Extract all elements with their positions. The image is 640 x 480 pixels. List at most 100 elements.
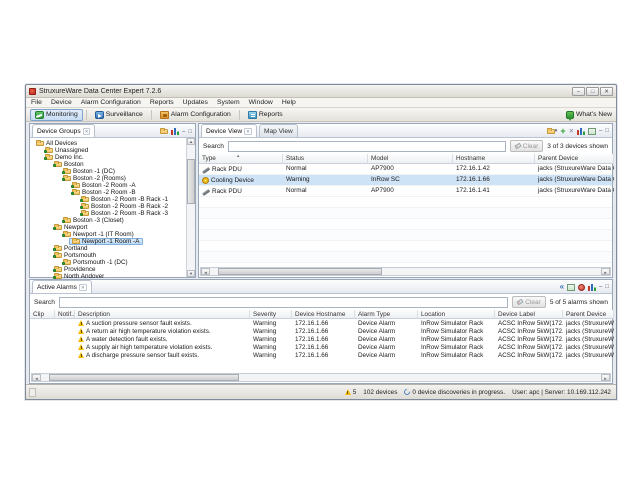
alarm-row[interactable]: A water detection fault exists. Warning 17… [30, 335, 614, 343]
alarm-clear-button[interactable]: Clear [512, 296, 546, 308]
panel-minimize-icon[interactable]: – [182, 129, 185, 135]
tree-item-portsmouth[interactable]: Portsmouth [51, 252, 100, 259]
tree-item-newport-1-room-a[interactable]: Newport -1 Room -A [69, 238, 144, 245]
status-warning-count[interactable]: 5 [344, 389, 356, 396]
column-header-type[interactable]: Type ▴ [199, 154, 283, 164]
delete-device-icon[interactable]: ✕ [569, 128, 574, 135]
new-group-folder-icon[interactable] [160, 128, 169, 134]
tree-item-boston-2-room-b[interactable]: Boston -2 Room -B [69, 189, 140, 196]
close-tab-icon[interactable]: ✕ [78, 283, 87, 291]
collapse-panel-icon[interactable]: « [560, 283, 564, 291]
close-button[interactable]: ✕ [600, 86, 613, 96]
tree-item-newport-1-it-room[interactable]: Newport -1 (IT Room) [60, 231, 138, 238]
tab-device-view[interactable]: Device View ✕ [201, 124, 257, 137]
minimize-button[interactable]: – [572, 86, 585, 96]
perspective-surveillance[interactable]: Surveillance [90, 109, 148, 121]
tree-item-unassigned[interactable]: Unassigned [42, 147, 92, 154]
alarm-bell-icon[interactable] [578, 283, 586, 291]
column-header-notif[interactable]: Notif... [55, 310, 75, 319]
panel-maximize-icon[interactable]: □ [188, 129, 192, 135]
device-horizontal-scrollbar[interactable]: ◂ ▸ [200, 267, 611, 276]
tree-item-providence[interactable]: Providence [51, 266, 100, 273]
column-header-hostname[interactable]: Hostname [453, 154, 535, 164]
device-chart-icon[interactable] [577, 127, 586, 135]
tree-item-boston-2-room-b-rack-1[interactable]: Boston -2 Room -B Rack -1 [78, 196, 172, 203]
tab-active-alarms[interactable]: Active Alarms ✕ [32, 280, 92, 293]
perspective-monitoring[interactable]: Monitoring [30, 108, 83, 121]
alarm-chart-icon[interactable] [588, 283, 597, 291]
panel-minimize-icon[interactable]: – [599, 128, 602, 134]
scrollbar-thumb[interactable] [49, 374, 240, 381]
column-header-device-label[interactable]: Device Label [495, 310, 563, 319]
alarm-search-input[interactable] [58, 296, 509, 308]
tree-item-boston[interactable]: Boston [51, 161, 88, 168]
close-tab-icon[interactable]: ✕ [82, 127, 91, 135]
whats-new-button[interactable]: What's New [565, 110, 612, 121]
panel-maximize-icon[interactable]: □ [605, 128, 609, 134]
alarm-row[interactable]: A return air high temperature violation … [30, 327, 614, 335]
column-header-severity[interactable]: Severity [250, 310, 292, 319]
device-grid-icon[interactable] [588, 127, 597, 135]
menu-alarm-configuration[interactable]: Alarm Configuration [81, 99, 141, 106]
menu-device[interactable]: Device [51, 99, 72, 106]
tab-map-view[interactable]: Map View [258, 124, 298, 137]
column-header-description[interactable]: Description [75, 310, 250, 319]
device-row[interactable]: Rack PDU Normal AP7900 172.16.1.42 jacks (St… [199, 164, 614, 175]
menu-updates[interactable]: Updates [183, 99, 208, 106]
scroll-left-icon[interactable]: ◂ [201, 268, 210, 275]
device-row[interactable]: Cooling Device Warning InRow SC 172.16.1.66… [199, 175, 614, 186]
tree-item-boston-2-room-b-rack-3[interactable]: Boston -2 Room -B Rack -3 [78, 210, 172, 217]
panel-maximize-icon[interactable]: □ [605, 284, 609, 290]
tree-item-boston-2-room-a[interactable]: Boston -2 Room -A [69, 182, 140, 189]
device-clear-button[interactable]: Clear [509, 140, 544, 152]
scroll-up-icon[interactable]: ▴ [187, 138, 195, 145]
scrollbar-thumb[interactable] [218, 268, 383, 275]
scroll-right-icon[interactable]: ▸ [601, 268, 610, 275]
tree-item-boston-1-dc[interactable]: Boston -1 (DC) [60, 168, 119, 175]
scroll-right-icon[interactable]: ▸ [601, 374, 610, 381]
column-header-clip[interactable]: Clip [30, 310, 55, 319]
alarm-row[interactable]: A supply air high temperature violation … [30, 343, 614, 351]
group-dropdown-button[interactable]: ▾ [546, 127, 557, 134]
status-discovery[interactable]: 0 device discoveries in progress. [403, 387, 505, 397]
column-header-location[interactable]: Location [418, 310, 495, 319]
column-header-device-hostname[interactable]: Device Hostname [292, 310, 355, 319]
column-header-parent-device[interactable]: Parent Device [563, 310, 614, 319]
column-header-status[interactable]: Status [283, 154, 368, 164]
alarm-row[interactable]: A suction pressure sensor fault exists. W… [30, 319, 614, 327]
tree-item-portland[interactable]: Portland [51, 245, 91, 252]
alarm-horizontal-scrollbar[interactable]: ◂ ▸ [31, 373, 611, 382]
device-search-input[interactable] [227, 140, 506, 152]
tree-item-newport[interactable]: Newport [51, 224, 91, 231]
column-header-alarm-type[interactable]: Alarm Type [355, 310, 418, 319]
add-device-icon[interactable]: + [560, 127, 565, 136]
scroll-down-icon[interactable]: ▾ [187, 270, 195, 277]
group-chart-icon[interactable] [171, 128, 180, 135]
tree-item-all-devices[interactable]: All Devices [33, 140, 81, 147]
scrollbar-thumb[interactable] [187, 159, 195, 204]
perspective-reports[interactable]: Reports [243, 109, 288, 121]
panel-minimize-icon[interactable]: – [599, 284, 602, 290]
menu-reports[interactable]: Reports [150, 99, 174, 106]
menu-window[interactable]: Window [249, 99, 273, 106]
tab-device-groups[interactable]: Device Groups ✕ [32, 124, 96, 137]
tree-item-boston-2-room-b-rack-2[interactable]: Boston -2 Room -B Rack -2 [78, 203, 172, 210]
menu-help[interactable]: Help [282, 99, 296, 106]
column-header-parent-device[interactable]: Parent Device [535, 154, 614, 164]
scroll-left-icon[interactable]: ◂ [32, 374, 41, 381]
tree-item-demo-inc[interactable]: Demo Inc. [42, 154, 88, 161]
maximize-button[interactable]: □ [586, 86, 599, 96]
tree-vertical-scrollbar[interactable]: ▴ ▾ [186, 138, 195, 277]
tree-item-boston-3-closet[interactable]: Boston -3 (Closet) [60, 217, 128, 224]
tree-item-boston-2-rooms[interactable]: Boston -2 (Rooms) [60, 175, 130, 182]
column-header-model[interactable]: Model [368, 154, 453, 164]
alarm-row[interactable]: A discharge pressure sensor fault exists… [30, 351, 614, 359]
device-row[interactable]: Rack PDU Normal AP7900 172.16.1.41 jacks (St… [199, 186, 614, 197]
menu-system[interactable]: System [217, 99, 240, 106]
perspective-alarm-configuration[interactable]: Alarm Configuration [155, 109, 236, 121]
menu-file[interactable]: File [31, 99, 42, 106]
status-device-count[interactable]: 102 devices [363, 389, 397, 396]
close-tab-icon[interactable]: ✕ [244, 127, 252, 135]
alarm-grid-icon[interactable] [567, 283, 576, 291]
tree-item-portsmouth-1-dc[interactable]: Portsmouth -1 (DC) [60, 259, 132, 266]
